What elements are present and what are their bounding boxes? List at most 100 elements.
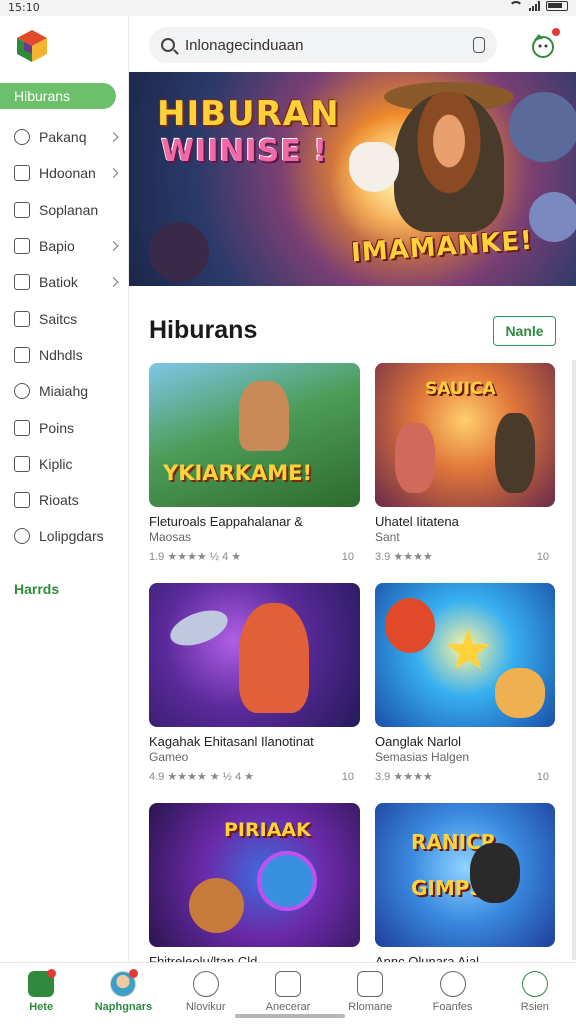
user-icon (439, 971, 466, 997)
sidebar-item-6[interactable]: Saitcs (0, 300, 129, 336)
thumb-art-text: SAUICA (425, 379, 496, 399)
add-icon (274, 971, 301, 997)
sidebar-item-label: Hdoonan (39, 165, 96, 182)
bottom-nav-label: Nlovikur (185, 1001, 226, 1013)
sidebar-item-11[interactable]: Rioats (0, 482, 129, 518)
chevron-right-icon (108, 132, 119, 143)
search-bar[interactable] (149, 27, 497, 63)
sidebar-item-0[interactable]: Hiburans (0, 83, 116, 109)
more-button[interactable]: Nanle (493, 316, 556, 346)
thumb-character (385, 598, 435, 653)
thumb-character (495, 413, 535, 493)
sidebar-item-label: Pakanq (39, 129, 87, 146)
thumb-character (239, 603, 309, 713)
game-card-3[interactable]: Oanglak Narlol Semasias Halgen 3.9 ★★★★ 1… (375, 583, 555, 784)
gamepad-icon (357, 971, 384, 997)
sidebar-item-label: Hiburans (14, 88, 71, 104)
sidebar-item-10[interactable]: Kiplic (0, 446, 129, 482)
game-card-4[interactable]: PIRIAAK Fhitreleolu/ltan Cld (149, 803, 360, 970)
card-rating: 1.9 ★★★★ ½ 4 ★ 10 (149, 550, 360, 564)
sidebar-item-label: Ndhdls (39, 346, 83, 363)
edit-icon (14, 238, 30, 255)
bottom-nav-account[interactable]: Foanfes (411, 963, 493, 1024)
sidebar-item-label: Batiok (39, 274, 78, 291)
search-icon (14, 129, 30, 146)
sidebar-item-12[interactable]: Lolipgdars (0, 518, 129, 554)
sidebar-section-label[interactable]: Harrds (14, 581, 59, 597)
wifi-icon (509, 1, 523, 11)
list-icon (14, 310, 30, 327)
card-title: Oanglak Narlol (375, 734, 461, 749)
bottom-nav-label: Rsien (520, 1001, 549, 1013)
thumb-character (395, 423, 435, 493)
sidebar-nav: Hiburans Pakanq Hdoonan Soplanan Bapio B… (0, 83, 129, 555)
search-input[interactable] (185, 36, 455, 54)
home-indicator[interactable] (235, 1014, 345, 1018)
calendar-icon (14, 455, 30, 472)
card-subtitle: Maosas (149, 530, 192, 544)
bottom-nav-settings[interactable]: Rsien (494, 963, 576, 1024)
sidebar-item-7[interactable]: Ndhdls (0, 337, 129, 373)
sidebar-item-4[interactable]: Bapio (0, 228, 129, 264)
app-logo-icon[interactable] (14, 28, 50, 64)
bottom-nav-label: Hete (29, 1001, 54, 1013)
status-bar: 15:10 (0, 0, 576, 16)
sidebar-item-5[interactable]: Batiok (0, 264, 129, 300)
sidebar-item-9[interactable]: Poins (0, 409, 129, 445)
clock: 15:10 (8, 1, 40, 14)
messenger-icon (192, 971, 219, 997)
card-count: 10 (536, 771, 549, 783)
profile-button[interactable] (528, 28, 560, 60)
image-icon (14, 274, 30, 291)
game-thumbnail: YKIARKAME! (149, 363, 360, 507)
box-icon (14, 165, 30, 182)
search-icon (161, 38, 175, 52)
thumb-character (470, 843, 520, 903)
notification-badge (552, 28, 560, 36)
megaphone-icon (14, 383, 30, 400)
bottom-nav-profile[interactable]: Naphgnars (82, 963, 164, 1024)
game-card-5[interactable]: RANICR GIMPS Annc Olunara Aial (375, 803, 555, 970)
game-card-1[interactable]: SAUICA Uhatel Iitatena Sant 3.9 ★★★★ 10 (375, 363, 555, 564)
thumb-art-text: PIRIAAK (224, 819, 311, 841)
sidebar-item-8[interactable]: Miaiahg (0, 373, 129, 409)
hero-decoration (529, 192, 576, 242)
card-count: 10 (341, 771, 354, 783)
camera-icon[interactable] (473, 37, 485, 53)
game-thumbnail: RANICR GIMPS (375, 803, 555, 947)
hero-decoration (149, 222, 209, 282)
rating-text: 4.9 ★★★★ ★ ½ 4 ★ (149, 771, 255, 783)
sidebar-item-label: Bapio (39, 238, 75, 255)
hero-decoration (509, 92, 576, 162)
sidebar-item-2[interactable]: Hdoonan (0, 155, 129, 191)
rating-text: 3.9 ★★★★ (375, 551, 433, 563)
game-thumbnail: SAUICA (375, 363, 555, 507)
game-thumbnail (149, 583, 360, 727)
card-count: 10 (536, 551, 549, 563)
card-count: 10 (341, 551, 354, 563)
thumb-character (239, 381, 289, 451)
rating-text: 1.9 ★★★★ ½ 4 ★ (149, 551, 242, 563)
sidebar-item-3[interactable]: Soplanan (0, 192, 129, 228)
clipboard-icon (14, 492, 30, 509)
game-card-0[interactable]: YKIARKAME! Fleturoals Eappahalanar & Mao… (149, 363, 360, 564)
section-title: Hiburans (149, 316, 258, 344)
thumb-character (495, 668, 545, 718)
hero-subtitle: WIINISE ! (161, 134, 328, 169)
sidebar-item-label: Lolipgdars (39, 528, 104, 545)
star-icon (445, 628, 491, 670)
bottom-nav-label: Anecerar (265, 1001, 311, 1013)
card-title: Kagahak Ehitasanl Ilanotinat (149, 734, 314, 749)
card-title: Fleturoals Eappahalanar & (149, 514, 303, 529)
chevron-right-icon (108, 241, 119, 251)
card-title: Uhatel Iitatena (375, 514, 459, 529)
chevron-right-icon (108, 168, 119, 179)
sidebar-item-1[interactable]: Pakanq (0, 119, 129, 155)
card-subtitle: Semasias Halgen (375, 750, 470, 764)
building-icon (14, 346, 30, 363)
notification-badge (129, 969, 139, 978)
bottom-nav-home[interactable]: Hete (0, 963, 82, 1024)
game-card-2[interactable]: Kagahak Ehitasanl Ilanotinat Gameo 4.9 ★… (149, 583, 360, 784)
hero-banner[interactable]: HIBURAN WIINISE ! IMAMANKE! (129, 72, 576, 286)
chat-icon (14, 528, 30, 545)
